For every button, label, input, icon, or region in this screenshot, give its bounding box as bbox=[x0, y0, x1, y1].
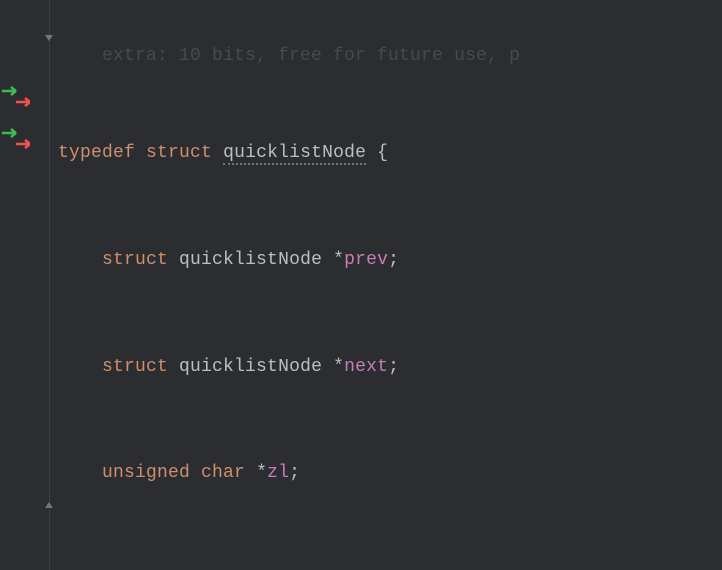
field-prev: prev bbox=[344, 250, 388, 270]
keyword-typedef: typedef bbox=[58, 143, 135, 163]
fold-close-icon[interactable] bbox=[43, 499, 55, 511]
indent bbox=[58, 250, 102, 270]
semicolon: ; bbox=[289, 463, 300, 483]
code-line: struct quicklistNode *prev; bbox=[58, 239, 722, 281]
star: * bbox=[245, 463, 267, 483]
vcs-change-marker-icon[interactable] bbox=[2, 86, 30, 108]
indent bbox=[58, 463, 102, 483]
star: * bbox=[322, 357, 344, 377]
code-line: unsigned char *zl; bbox=[58, 452, 722, 494]
semicolon: ; bbox=[388, 250, 399, 270]
code-line: struct quicklistNode *next; bbox=[58, 346, 722, 388]
field-zl: zl bbox=[267, 463, 289, 483]
keyword-struct: struct bbox=[102, 357, 168, 377]
brace-open: { bbox=[366, 143, 388, 163]
code-line: typedef struct quicklistNode { bbox=[58, 132, 722, 174]
fold-open-icon[interactable] bbox=[43, 32, 55, 44]
field-next: next bbox=[344, 357, 388, 377]
struct-name: quicklistNode bbox=[223, 143, 366, 165]
keyword-char: char bbox=[201, 463, 245, 483]
star: * bbox=[322, 250, 344, 270]
keyword-struct: struct bbox=[146, 143, 212, 163]
code-line: extra: 10 bits, free for future use, p bbox=[58, 45, 722, 67]
code-line: unsigned int sz; /* zipli bbox=[58, 559, 722, 570]
semicolon: ; bbox=[388, 357, 399, 377]
keyword-unsigned: unsigned bbox=[102, 463, 190, 483]
comment-text: extra: 10 bits, free for future use, p bbox=[58, 46, 520, 66]
code-area[interactable]: extra: 10 bits, free for future use, p t… bbox=[50, 0, 722, 570]
indent bbox=[58, 357, 102, 377]
type-name: quicklistNode bbox=[179, 357, 322, 377]
keyword-struct: struct bbox=[102, 250, 168, 270]
gutter bbox=[0, 0, 50, 570]
type-name: quicklistNode bbox=[179, 250, 322, 270]
code-editor[interactable]: extra: 10 bits, free for future use, p t… bbox=[0, 0, 722, 570]
vcs-change-marker-icon[interactable] bbox=[2, 128, 30, 150]
